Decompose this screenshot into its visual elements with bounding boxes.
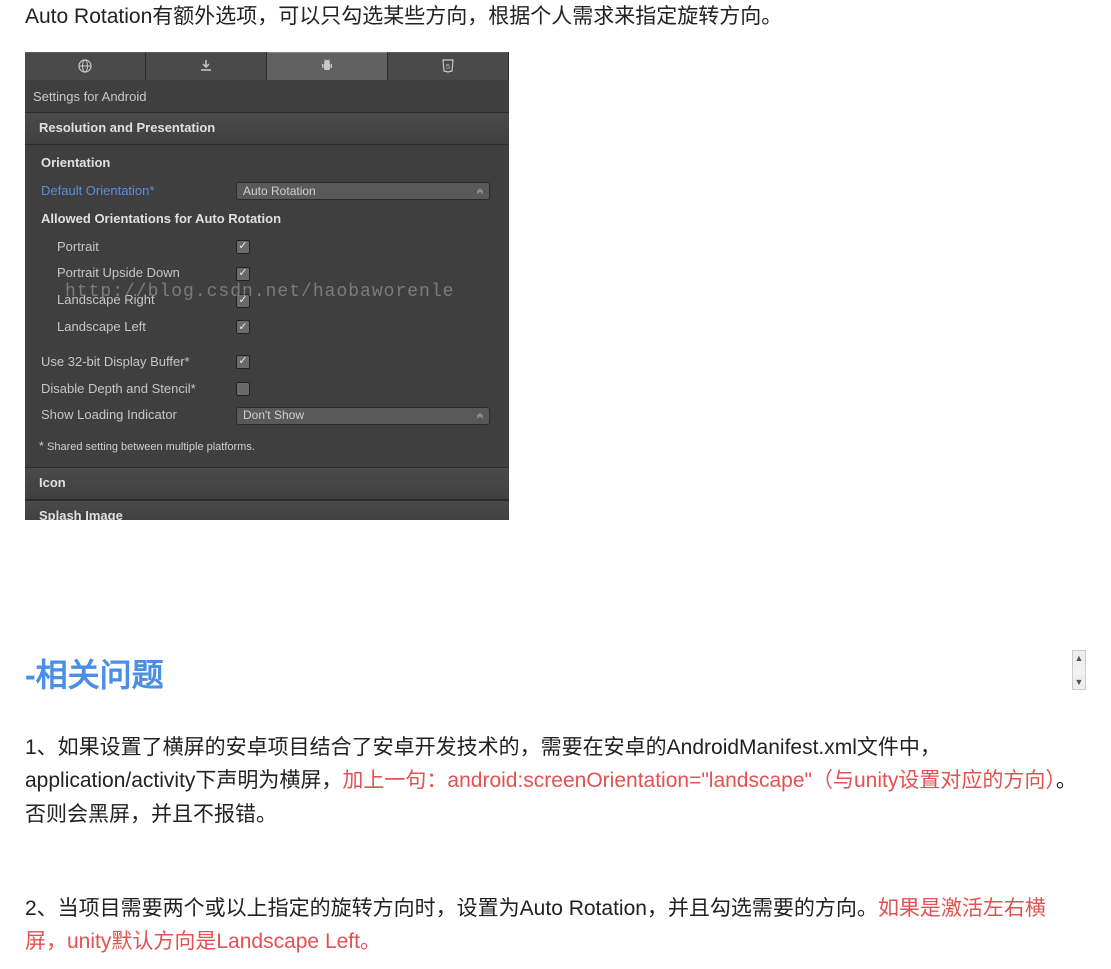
- download-icon: [198, 58, 214, 74]
- landscape-left-row: Landscape Left ✓: [25, 314, 509, 341]
- portrait-upside-row: Portrait Upside Down ✓: [25, 260, 509, 287]
- allowed-header: Allowed Orientations for Auto Rotation: [25, 205, 509, 234]
- section-icon[interactable]: Icon: [25, 467, 509, 500]
- tab-android[interactable]: [267, 52, 388, 80]
- html5-icon: 5: [440, 58, 456, 74]
- use-32bit-label: Use 32-bit Display Buffer*: [41, 352, 236, 373]
- resolution-body: Orientation Default Orientation* Auto Ro…: [25, 145, 509, 467]
- related-para-2: 2、当项目需要两个或以上指定的旋转方向时，设置为Auto Rotation，并且…: [25, 892, 1086, 959]
- portrait-checkbox[interactable]: ✓: [236, 240, 250, 254]
- disable-depth-label: Disable Depth and Stencil*: [41, 379, 236, 400]
- use-32bit-row: Use 32-bit Display Buffer* ✓: [25, 349, 509, 376]
- footnote: * Shared setting between multiple platfo…: [25, 429, 509, 459]
- scroll-track[interactable]: [1073, 665, 1085, 675]
- landscape-right-label: Landscape Right: [57, 290, 236, 311]
- section-resolution[interactable]: Resolution and Presentation: [25, 112, 509, 145]
- show-loading-label: Show Loading Indicator: [41, 405, 236, 426]
- portrait-label: Portrait: [57, 237, 236, 258]
- default-orientation-dropdown[interactable]: Auto Rotation: [236, 182, 490, 200]
- show-loading-dropdown[interactable]: Don't Show: [236, 407, 490, 425]
- use-32bit-checkbox[interactable]: ✓: [236, 355, 250, 369]
- disable-depth-row: Disable Depth and Stencil*: [25, 376, 509, 403]
- portrait-row: Portrait ✓: [25, 234, 509, 261]
- landscape-left-label: Landscape Left: [57, 317, 236, 338]
- tab-web[interactable]: [25, 52, 146, 80]
- tab-html5[interactable]: 5: [388, 52, 509, 80]
- default-orientation-row: Default Orientation* Auto Rotation: [25, 178, 509, 205]
- orientation-header: Orientation: [25, 149, 509, 178]
- landscape-right-row: Landscape Right ✓: [25, 287, 509, 314]
- globe-icon: [77, 58, 93, 74]
- settings-title: Settings for Android: [25, 80, 509, 113]
- android-icon: [319, 58, 335, 74]
- footnote-asterisk: *: [39, 439, 47, 453]
- disable-depth-checkbox[interactable]: [236, 382, 250, 396]
- portrait-upside-label: Portrait Upside Down: [57, 263, 236, 284]
- scroll-up-icon[interactable]: ▲: [1073, 651, 1085, 665]
- related-heading: -相关问题: [25, 650, 1086, 701]
- landscape-right-checkbox[interactable]: ✓: [236, 294, 250, 308]
- related-para-1: 1、如果设置了横屏的安卓项目结合了安卓开发技术的，需要在安卓的AndroidMa…: [25, 731, 1086, 832]
- intro-text: Auto Rotation有额外选项，可以只勾选某些方向，根据个人需求来指定旋转…: [25, 0, 1086, 34]
- default-orientation-label: Default Orientation*: [41, 181, 236, 202]
- section-splash[interactable]: Splash Image: [25, 500, 509, 520]
- tab-download[interactable]: [146, 52, 267, 80]
- scroll-down-icon[interactable]: ▼: [1073, 675, 1085, 689]
- show-loading-row: Show Loading Indicator Don't Show: [25, 402, 509, 429]
- p1-highlight: 加上一句：android:screenOrientation="landscap…: [342, 769, 1055, 792]
- svg-text:5: 5: [446, 64, 450, 71]
- platform-tabs: 5: [25, 52, 509, 80]
- portrait-upside-checkbox[interactable]: ✓: [236, 267, 250, 281]
- unity-settings-panel: 5 Settings for Android Resolution and Pr…: [25, 52, 509, 520]
- related-section: ▲ ▼ -相关问题 1、如果设置了横屏的安卓项目结合了安卓开发技术的，需要在安卓…: [25, 650, 1086, 959]
- footnote-text: Shared setting between multiple platform…: [47, 441, 255, 453]
- p2-text-a: 2、当项目需要两个或以上指定的旋转方向时，设置为Auto Rotation，并且…: [25, 897, 878, 920]
- landscape-left-checkbox[interactable]: ✓: [236, 320, 250, 334]
- inline-scrollbar[interactable]: ▲ ▼: [1072, 650, 1086, 690]
